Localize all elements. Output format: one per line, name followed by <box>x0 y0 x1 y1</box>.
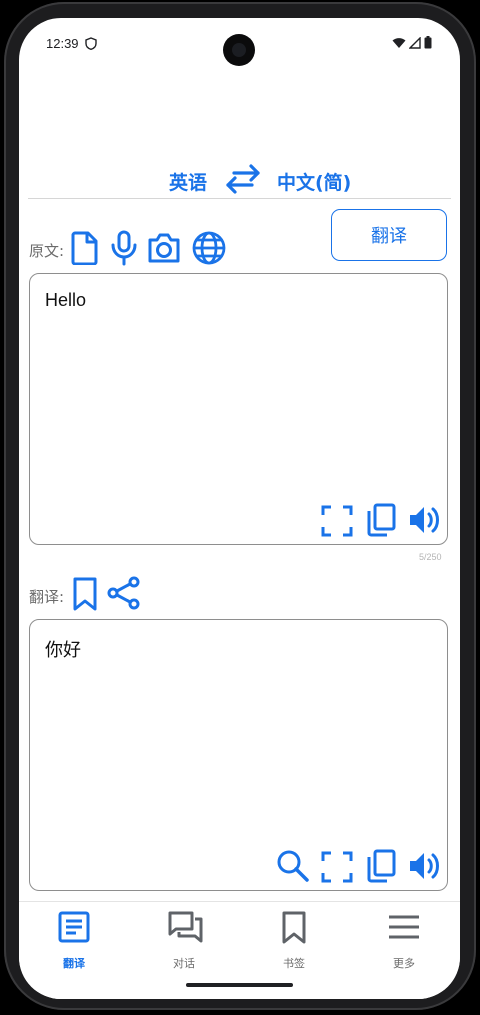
globe-icon[interactable] <box>191 230 227 266</box>
target-text[interactable]: 你好 <box>45 636 81 662</box>
source-text-box[interactable]: Hello <box>29 273 448 545</box>
char-count: 5/250 <box>419 552 442 562</box>
source-text[interactable]: Hello <box>45 290 86 311</box>
share-icon[interactable] <box>107 576 141 610</box>
signal-icon <box>409 36 421 49</box>
language-bar: 英语 中文(简) <box>19 158 460 198</box>
nav-item-translate[interactable]: 翻译 <box>19 902 129 982</box>
fullscreen-icon[interactable] <box>321 505 353 537</box>
app-screen: 12:39 英语 中文(简) 原文: 翻译 Hello 5/250 翻译: 你好… <box>19 18 460 999</box>
shield-icon <box>85 37 97 50</box>
nav-item-more[interactable]: 更多 <box>349 902 459 982</box>
fullscreen-icon[interactable] <box>321 851 353 883</box>
camera-icon[interactable] <box>147 232 181 264</box>
source-language-button[interactable]: 英语 <box>169 168 207 195</box>
status-icons <box>392 36 432 49</box>
swap-languages-icon[interactable] <box>225 163 261 195</box>
speaker-icon[interactable] <box>408 504 442 536</box>
target-label: 翻译: <box>29 588 65 606</box>
document-icon <box>58 911 90 943</box>
search-icon[interactable] <box>276 849 310 883</box>
chat-icon <box>168 911 203 943</box>
nav-item-conversation[interactable]: 对话 <box>129 902 239 982</box>
menu-icon <box>389 915 419 939</box>
nav-label-bookmarks: 书签 <box>283 957 305 970</box>
wifi-icon <box>392 37 406 48</box>
copy-icon[interactable] <box>366 849 396 883</box>
front-camera <box>223 34 255 66</box>
nav-label-conversation: 对话 <box>173 957 195 970</box>
nav-label-more: 更多 <box>393 957 415 970</box>
microphone-icon[interactable] <box>110 230 138 266</box>
speaker-icon[interactable] <box>408 850 442 882</box>
copy-icon[interactable] <box>366 503 396 537</box>
nav-item-bookmarks[interactable]: 书签 <box>239 902 349 982</box>
translate-button[interactable]: 翻译 <box>331 209 447 261</box>
device: 12:39 英语 中文(简) 原文: 翻译 Hello 5/250 翻译: 你好… <box>0 0 480 1015</box>
target-text-box[interactable]: 你好 <box>29 619 448 891</box>
document-icon[interactable] <box>71 231 99 265</box>
target-language-button[interactable]: 中文(简) <box>277 168 351 195</box>
bookmark-icon[interactable] <box>72 577 98 611</box>
header-divider <box>28 198 451 199</box>
source-label: 原文: <box>29 242 65 260</box>
status-bar: 12:39 <box>19 18 460 70</box>
nav-label-translate: 翻译 <box>63 957 85 970</box>
home-indicator[interactable] <box>186 983 293 987</box>
bookmark-icon <box>282 911 306 944</box>
battery-icon <box>424 36 432 49</box>
status-time: 12:39 <box>46 36 79 51</box>
